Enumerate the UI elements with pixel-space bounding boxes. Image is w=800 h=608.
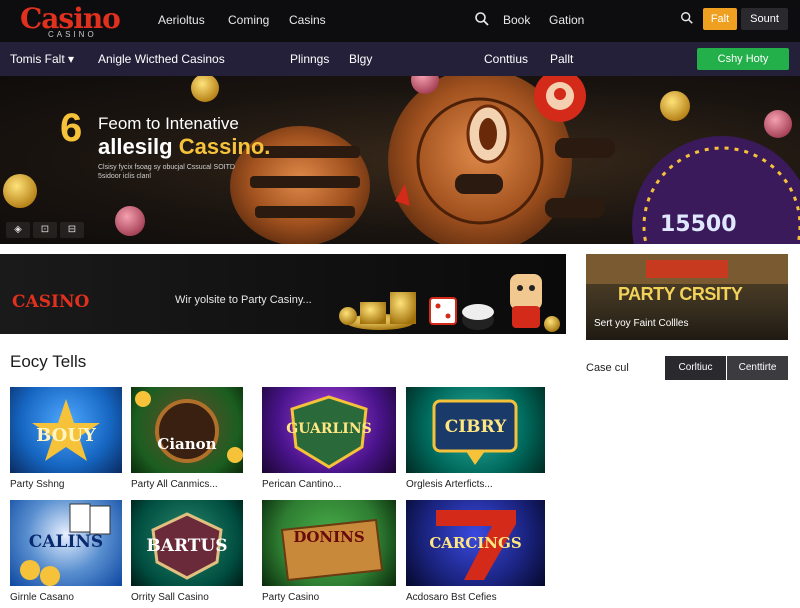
game-title: DONINS — [293, 528, 365, 546]
game-title: Cianon — [157, 435, 217, 453]
subnav-item-anigle[interactable]: Anigle Wicthed Casinos — [98, 52, 225, 66]
login-button[interactable]: Falt — [703, 8, 737, 30]
cta-button[interactable]: Cshy Hoty — [697, 48, 789, 70]
game-card[interactable]: BARTUS Orrity Sall Casino — [131, 500, 243, 608]
game-card[interactable]: DONINS Party Casino — [262, 500, 396, 608]
nav-link-book[interactable]: Book — [503, 13, 530, 27]
game-label: Orrity Sall Casino — [131, 592, 209, 603]
hero-control-3[interactable]: ⊟ — [60, 222, 84, 238]
game-label: Acdosaro Bst Cefies — [406, 592, 497, 603]
hero-banner[interactable]: 15500 6 Feom to Intenative allesilg Cass… — [0, 76, 800, 244]
game-label: Party Sshng — [10, 479, 65, 490]
game-thumbnail: CALINS — [10, 500, 122, 586]
tab-corltiuc[interactable]: Corltiuc — [665, 356, 726, 380]
hero-reel-text: 15500 — [660, 212, 737, 237]
hero-subtext: Clsisy fycix fsoag sy obucjal Cssucal SO… — [98, 164, 235, 180]
party-card-title: PARTY CRSITY — [618, 284, 743, 304]
game-thumbnail: GUARLINS — [262, 387, 396, 473]
game-card[interactable]: CALINS Girnle Casano — [10, 500, 122, 608]
party-card-subtitle: Sert yoy Faint Collles — [594, 318, 689, 329]
game-title: BOUY — [36, 425, 96, 446]
logo-subtext: CASINO — [48, 30, 97, 39]
hero-headline-line2: allesilg Cassino. — [98, 134, 271, 159]
game-label: Girnle Casano — [10, 592, 74, 603]
promo-text: Wir yolsite to Party Casiny... — [175, 294, 312, 306]
game-label: Orglesis Arterficts... — [406, 479, 493, 490]
promo-illustration — [339, 274, 560, 332]
hero-control-1[interactable]: ◈ — [6, 222, 30, 238]
search-icon[interactable] — [474, 11, 492, 29]
promo-logo: CASINO — [12, 292, 90, 312]
section-title: Eocy Tells — [10, 352, 87, 371]
hero-number: 6 — [60, 106, 83, 150]
nav-link-casins[interactable]: Casins — [289, 13, 326, 27]
game-card[interactable]: GUARLINS Perican Cantino... — [262, 387, 396, 495]
game-label: Perican Cantino... — [262, 479, 342, 490]
subnav-item-pallt[interactable]: Pallt — [550, 52, 573, 66]
game-thumbnail: CARCINGS — [406, 500, 545, 586]
nav-link-gation[interactable]: Gation — [549, 13, 584, 27]
nav-link-coming[interactable]: Coming — [228, 13, 269, 27]
game-card[interactable]: BOUY Party Sshng — [10, 387, 122, 495]
game-card[interactable]: CIBRY Orglesis Arterficts... — [406, 387, 545, 495]
game-card[interactable]: Cianon Party All Canmics... — [131, 387, 243, 495]
game-thumbnail: DONINS — [262, 500, 396, 586]
game-thumbnail: BOUY — [10, 387, 122, 473]
subnav-item-blgy[interactable]: Blgy — [349, 52, 372, 66]
hero-control-2[interactable]: ⊡ — [33, 222, 57, 238]
promo-banner[interactable]: CASINO Wir yolsite to Party Casiny... — [0, 254, 566, 334]
nav-link-aerioltus[interactable]: Aerioltus — [158, 13, 205, 27]
game-title: BARTUS — [146, 536, 228, 556]
game-label: Party Casino — [262, 592, 320, 603]
subnav-item-plinngs[interactable]: Plinngs — [290, 52, 329, 66]
game-label: Party All Canmics... — [131, 479, 218, 490]
side-label: Case cul — [586, 362, 629, 374]
game-thumbnail: CIBRY — [406, 387, 545, 473]
game-title: CALINS — [28, 532, 104, 552]
game-card[interactable]: CARCINGS Acdosaro Bst Cefies — [406, 500, 545, 608]
game-thumbnail: Cianon — [131, 387, 243, 473]
secondary-navbar: Tomis Falt ▾ Anigle Wicthed Casinos Plin… — [0, 42, 800, 76]
site-logo[interactable]: Casino CASINO — [20, 2, 132, 40]
game-title: CIBRY — [444, 417, 507, 437]
hero-headline-line1: Feom to Intenative — [98, 114, 239, 133]
roulette-icon — [135, 391, 243, 463]
party-casino-card[interactable]: PARTY CRSITY Sert yoy Faint Collles — [586, 254, 788, 340]
party-awning-graphic — [586, 254, 788, 284]
hero-illustration: 15500 — [3, 76, 800, 244]
subnav-item-conttius[interactable]: Conttius — [484, 52, 528, 66]
game-title: CARCINGS — [429, 534, 522, 552]
search-icon-secondary[interactable] — [680, 11, 698, 29]
game-title: GUARLINS — [286, 421, 372, 437]
top-navbar: Casino CASINO Aerioltus Coming Casins Bo… — [0, 0, 800, 42]
tab-centtirte[interactable]: Centtirte — [727, 356, 788, 380]
category-dropdown[interactable]: Tomis Falt ▾ — [10, 52, 74, 66]
signup-button[interactable]: Sount — [741, 8, 788, 30]
game-thumbnail: BARTUS — [131, 500, 243, 586]
chevron-down-icon: ▾ — [68, 52, 75, 66]
